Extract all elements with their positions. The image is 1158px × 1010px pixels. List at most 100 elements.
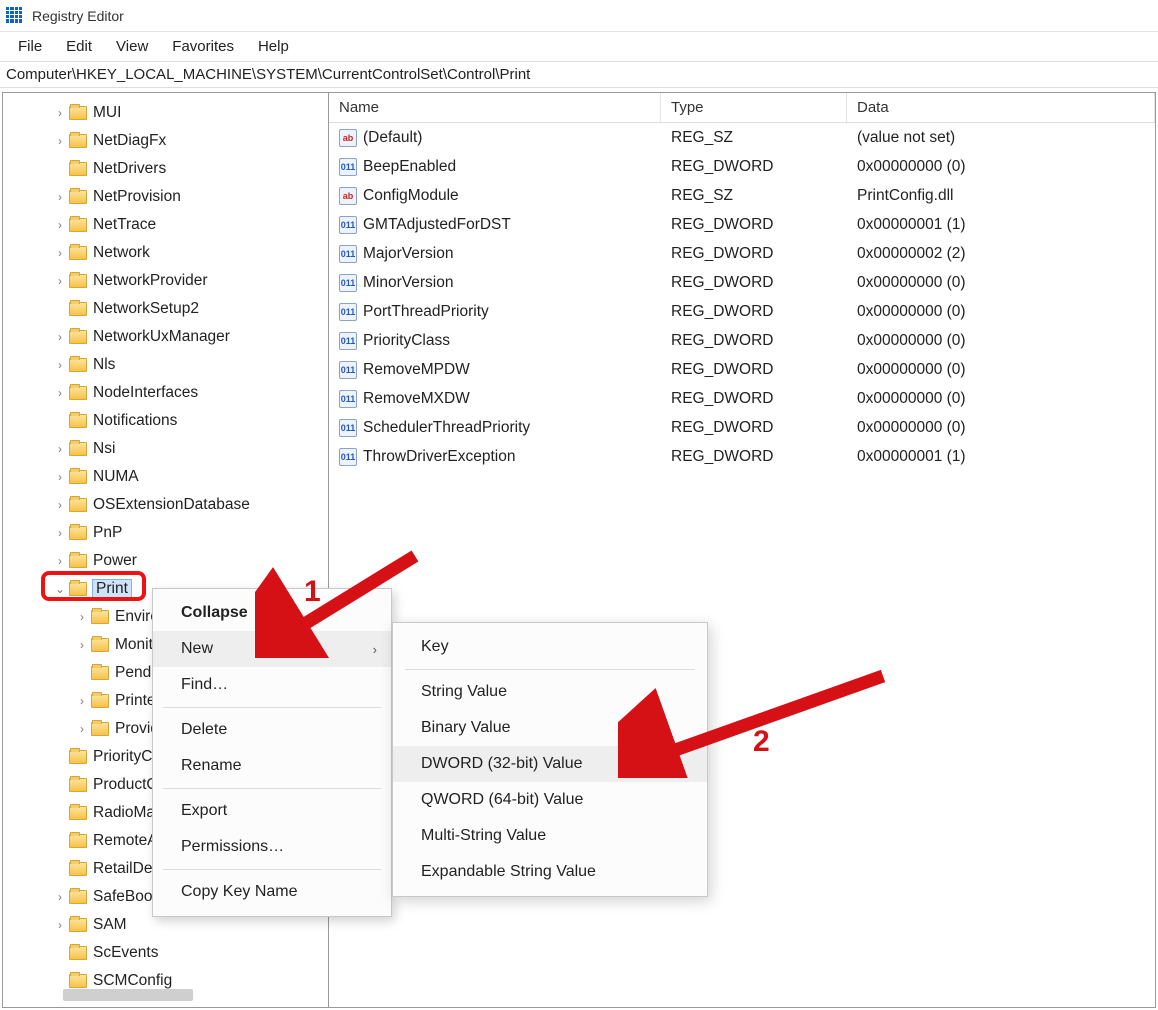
chevron-right-icon[interactable]: › xyxy=(53,470,67,484)
submenu-item[interactable]: Binary Value xyxy=(393,710,707,746)
chevron-right-icon[interactable]: · xyxy=(53,778,67,792)
tree-item[interactable]: ›OSExtensionDatabase xyxy=(3,491,328,519)
list-row[interactable]: 011BeepEnabledREG_DWORD0x00000000 (0) xyxy=(329,152,1155,181)
chevron-right-icon[interactable]: › xyxy=(53,134,67,148)
tree-item[interactable]: ›NetProvision xyxy=(3,183,328,211)
dword-value-icon: 011 xyxy=(339,216,357,234)
tree-item[interactable]: ›MUI xyxy=(3,99,328,127)
context-menu-item[interactable]: New› xyxy=(153,631,391,667)
tree-item[interactable]: ›NetworkUxManager xyxy=(3,323,328,351)
tree-item[interactable]: ›NetworkProvider xyxy=(3,267,328,295)
chevron-right-icon[interactable]: › xyxy=(53,526,67,540)
chevron-right-icon[interactable]: › xyxy=(53,218,67,232)
chevron-right-icon[interactable]: › xyxy=(53,274,67,288)
list-row[interactable]: 011SchedulerThreadPriorityREG_DWORD0x000… xyxy=(329,413,1155,442)
list-row[interactable]: 011ThrowDriverExceptionREG_DWORD0x000000… xyxy=(329,442,1155,471)
folder-icon xyxy=(69,358,87,372)
tree-item[interactable]: ›Nls xyxy=(3,351,328,379)
tree-item[interactable]: ›NetTrace xyxy=(3,211,328,239)
chevron-right-icon[interactable]: › xyxy=(75,694,89,708)
chevron-right-icon[interactable]: › xyxy=(53,442,67,456)
chevron-right-icon[interactable]: · xyxy=(53,862,67,876)
chevron-right-icon[interactable]: · xyxy=(53,162,67,176)
chevron-right-icon[interactable]: › xyxy=(53,890,67,904)
tree-item[interactable]: ·NetworkSetup2 xyxy=(3,295,328,323)
chevron-right-icon[interactable]: › xyxy=(53,386,67,400)
menu-item-label: DWORD (32-bit) Value xyxy=(421,755,583,773)
chevron-right-icon[interactable]: › xyxy=(53,498,67,512)
list-row[interactable]: 011MajorVersionREG_DWORD0x00000002 (2) xyxy=(329,239,1155,268)
list-row[interactable]: 011RemoveMXDWREG_DWORD0x00000000 (0) xyxy=(329,384,1155,413)
tree-item[interactable]: ·Notifications xyxy=(3,407,328,435)
context-menu-item[interactable]: Collapse xyxy=(153,595,391,631)
chevron-right-icon[interactable]: › xyxy=(75,638,89,652)
horizontal-scrollbar[interactable] xyxy=(63,989,193,1001)
submenu-item[interactable]: QWORD (64-bit) Value xyxy=(393,782,707,818)
chevron-right-icon[interactable]: · xyxy=(53,414,67,428)
menu-edit[interactable]: Edit xyxy=(54,34,104,59)
value-type: REG_DWORD xyxy=(661,216,847,234)
chevron-right-icon[interactable]: › xyxy=(53,190,67,204)
list-header[interactable]: Name Type Data xyxy=(329,93,1155,123)
value-data: PrintConfig.dll xyxy=(847,187,1155,205)
tree-item[interactable]: ›Nsi xyxy=(3,435,328,463)
chevron-right-icon[interactable]: · xyxy=(53,946,67,960)
tree-item[interactable]: ›NUMA xyxy=(3,463,328,491)
tree-item[interactable]: ›NodeInterfaces xyxy=(3,379,328,407)
menu-favorites[interactable]: Favorites xyxy=(160,34,246,59)
list-row[interactable]: ab(Default)REG_SZ(value not set) xyxy=(329,123,1155,152)
chevron-right-icon[interactable]: › xyxy=(75,722,89,736)
menu-item-label: New xyxy=(181,640,213,658)
submenu-item[interactable]: DWORD (32-bit) Value xyxy=(393,746,707,782)
chevron-right-icon[interactable]: › xyxy=(53,918,67,932)
tree-item-label: SafeBoot xyxy=(93,888,157,906)
header-data[interactable]: Data xyxy=(847,93,1155,122)
address-bar[interactable]: Computer\HKEY_LOCAL_MACHINE\SYSTEM\Curre… xyxy=(0,62,1158,88)
chevron-right-icon[interactable]: › xyxy=(53,554,67,568)
context-menu-item[interactable]: Rename xyxy=(153,748,391,784)
header-name[interactable]: Name xyxy=(329,93,661,122)
list-row[interactable]: 011GMTAdjustedForDSTREG_DWORD0x00000001 … xyxy=(329,210,1155,239)
tree-item-label: SAM xyxy=(93,916,127,934)
tree-item[interactable]: ›PnP xyxy=(3,519,328,547)
header-type[interactable]: Type xyxy=(661,93,847,122)
submenu-new: Key String ValueBinary Value DWORD (32-bit… xyxy=(392,622,708,897)
chevron-right-icon[interactable]: › xyxy=(53,106,67,120)
context-menu-item[interactable]: Copy Key Name xyxy=(153,874,391,910)
tree-item[interactable]: ›Network xyxy=(3,239,328,267)
chevron-right-icon[interactable]: · xyxy=(53,302,67,316)
chevron-right-icon[interactable]: › xyxy=(75,610,89,624)
menu-view[interactable]: View xyxy=(104,34,160,59)
list-row[interactable]: 011PriorityClassREG_DWORD0x00000000 (0) xyxy=(329,326,1155,355)
tree-item[interactable]: ·NetDrivers xyxy=(3,155,328,183)
menu-help[interactable]: Help xyxy=(246,34,301,59)
submenu-item[interactable]: Multi-String Value xyxy=(393,818,707,854)
tree-item[interactable]: ›NetDiagFx xyxy=(3,127,328,155)
context-menu-item[interactable]: Delete xyxy=(153,712,391,748)
chevron-right-icon[interactable]: · xyxy=(53,974,67,988)
context-menu-item[interactable]: Export xyxy=(153,793,391,829)
context-menu-item[interactable]: Permissions… xyxy=(153,829,391,865)
tree-item[interactable]: ›Power xyxy=(3,547,328,575)
list-row[interactable]: 011RemoveMPDWREG_DWORD0x00000000 (0) xyxy=(329,355,1155,384)
submenu-item[interactable]: Key xyxy=(393,629,707,665)
list-row[interactable]: abConfigModuleREG_SZPrintConfig.dll xyxy=(329,181,1155,210)
list-row[interactable]: 011MinorVersionREG_DWORD0x00000000 (0) xyxy=(329,268,1155,297)
list-row[interactable]: 011PortThreadPriorityREG_DWORD0x00000000… xyxy=(329,297,1155,326)
tree-item[interactable]: ·ScEvents xyxy=(3,939,328,967)
chevron-right-icon[interactable]: · xyxy=(53,806,67,820)
chevron-right-icon[interactable]: · xyxy=(75,666,89,680)
value-data: 0x00000000 (0) xyxy=(847,274,1155,292)
menu-file[interactable]: File xyxy=(6,34,54,59)
chevron-right-icon[interactable]: · xyxy=(53,834,67,848)
chevron-right-icon[interactable]: › xyxy=(53,330,67,344)
value-type: REG_DWORD xyxy=(661,245,847,263)
chevron-right-icon[interactable]: · xyxy=(53,750,67,764)
chevron-right-icon[interactable]: › xyxy=(53,246,67,260)
submenu-item[interactable]: String Value xyxy=(393,674,707,710)
chevron-down-icon[interactable]: ⌄ xyxy=(53,582,67,596)
context-menu-item[interactable]: Find… xyxy=(153,667,391,703)
submenu-item[interactable]: Expandable String Value xyxy=(393,854,707,890)
value-type: REG_DWORD xyxy=(661,448,847,466)
chevron-right-icon[interactable]: › xyxy=(53,358,67,372)
